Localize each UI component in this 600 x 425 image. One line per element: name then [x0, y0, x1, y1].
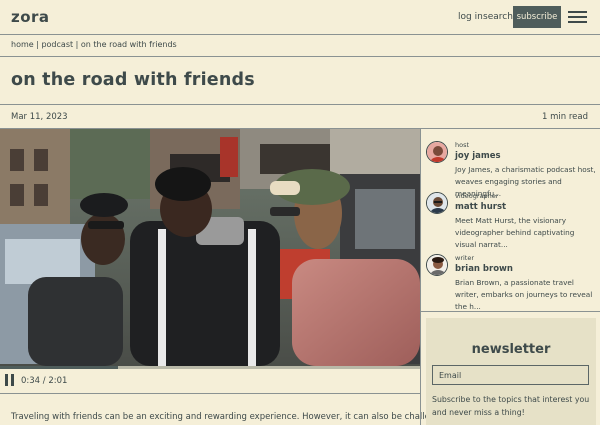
- divider: [0, 104, 600, 105]
- crew-description: Meet Matt Hurst, the visionary videograp…: [455, 216, 575, 249]
- avatar: [426, 192, 448, 214]
- crew-role: writer: [455, 254, 475, 262]
- avatar: [426, 254, 448, 276]
- crew-name[interactable]: matt hurst: [455, 202, 506, 212]
- video-time: 0:34 / 2:01: [21, 376, 68, 386]
- divider: [421, 311, 600, 312]
- hamburger-menu-icon[interactable]: [568, 11, 587, 23]
- read-time: 1 min read: [542, 112, 588, 122]
- login-link[interactable]: log in: [458, 12, 483, 22]
- breadcrumb[interactable]: home | podcast | on the road with friend…: [11, 40, 177, 49]
- video-player[interactable]: [0, 129, 420, 366]
- divider: [0, 393, 420, 394]
- crew-name[interactable]: brian brown: [455, 264, 513, 274]
- pause-icon[interactable]: [5, 374, 15, 386]
- newsletter-title: newsletter: [471, 342, 551, 357]
- video-progress-bar[interactable]: [0, 366, 420, 369]
- article-intro: Traveling with friends can be an excitin…: [11, 412, 466, 422]
- avatar: [426, 141, 448, 163]
- video-frame-image: [0, 129, 420, 366]
- search-link[interactable]: search: [483, 12, 513, 22]
- divider: [0, 56, 600, 57]
- sidebar-divider: [420, 129, 421, 425]
- video-progress-fill: [0, 366, 118, 369]
- page-title: on the road with friends: [11, 70, 255, 90]
- subscribe-button[interactable]: subscribe: [513, 6, 561, 28]
- newsletter-text: Subscribe to the topics that interest yo…: [432, 395, 590, 417]
- crew-role: host: [455, 141, 470, 149]
- crew-description: Brian Brown, a passionate travel writer,…: [455, 278, 593, 311]
- crew-role: videographer: [455, 192, 499, 200]
- email-field[interactable]: [432, 365, 589, 385]
- crew-name[interactable]: joy james: [455, 151, 501, 161]
- newsletter-panel: newsletter Subscribe to the topics that …: [426, 318, 596, 425]
- article-date: Mar 11, 2023: [11, 112, 68, 122]
- site-logo[interactable]: zora: [11, 8, 50, 26]
- site-header: zora log in search subscribe: [0, 0, 600, 35]
